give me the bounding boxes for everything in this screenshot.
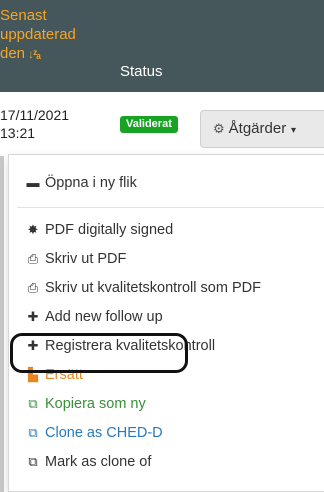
plus-icon: ✚	[27, 309, 39, 324]
pdf-icon: ⎙	[27, 251, 39, 266]
menu-item-add-follow-up[interactable]: ✚ Add new follow up	[25, 306, 163, 328]
menu-item-mark-as-clone-of[interactable]: ⧉ Mark as clone of	[25, 451, 151, 473]
clone-icon: ⧉	[28, 454, 38, 469]
status-badge: Validerat	[120, 116, 178, 133]
menu-item-label: Add new follow up	[45, 309, 163, 325]
caret-down-icon: ▾	[288, 125, 297, 136]
window-icon: ▬	[26, 175, 40, 190]
sort-icon[interactable]: ↓ᶻₐ	[28, 45, 41, 64]
actions-label: Åtgärder	[228, 120, 287, 137]
menu-item-print-pdf[interactable]: ⎙ Skriv ut PDF	[25, 248, 127, 270]
menu-item-open-new-tab[interactable]: ▬ Öppna i ny flik	[25, 172, 137, 194]
header-updated-line-1: Senast	[0, 7, 47, 24]
actions-dropdown-menu: ▬ Öppna i ny flik ✸ PDF digitally signed ⎙…	[8, 154, 324, 492]
menu-item-print-quality-control-pdf[interactable]: ⎙ Skriv ut kvalitetskontroll som PDF	[25, 277, 261, 299]
menu-item-label: Kopiera som ny	[45, 396, 146, 412]
pdf-icon: ⎙	[27, 280, 39, 295]
header-updated-line-2: uppdaterad	[0, 26, 76, 43]
clone-icon: ⧉	[28, 425, 38, 440]
menu-item-label: Öppna i ny flik	[45, 175, 137, 191]
menu-divider	[17, 207, 324, 208]
row-left-border	[0, 156, 4, 492]
header-updated-line-3: den	[0, 45, 26, 62]
menu-item-label: Clone as CHED-D	[45, 425, 163, 441]
actions-dropdown-button[interactable]: ⚙ Åtgärder ▾	[200, 110, 324, 148]
copy-icon: ⧉	[28, 396, 38, 411]
row-date: 17/11/2021 13:21	[0, 106, 110, 142]
menu-item-label: Skriv ut PDF	[45, 251, 127, 267]
menu-item-label: Skriv ut kvalitetskontroll som PDF	[45, 280, 261, 296]
menu-item-copy-as-new[interactable]: ⧉ Kopiera som ny	[25, 393, 146, 415]
menu-item-label: PDF digitally signed	[45, 222, 174, 238]
row-date-time: 13:21	[0, 125, 36, 141]
menu-item-pdf-digitally-signed[interactable]: ✸ PDF digitally signed	[25, 219, 174, 241]
seal-icon: ✸	[27, 222, 39, 237]
table-header: Senast uppdaterad den ↓ᶻₐ Status	[0, 0, 324, 92]
gears-icon: ⚙	[213, 121, 225, 136]
menu-item-clone-as-ched-d[interactable]: ⧉ Clone as CHED-D	[25, 422, 163, 444]
column-header-last-updated[interactable]: Senast uppdaterad den ↓ᶻₐ	[0, 6, 110, 64]
menu-item-label: Mark as clone of	[45, 454, 152, 470]
highlight-annotation-circle	[10, 333, 188, 373]
column-header-status[interactable]: Status	[120, 63, 163, 80]
table-row: 17/11/2021 13:21 Validerat ⚙ Åtgärder ▾	[0, 92, 324, 156]
row-date-day: 17/11/2021	[0, 107, 70, 123]
